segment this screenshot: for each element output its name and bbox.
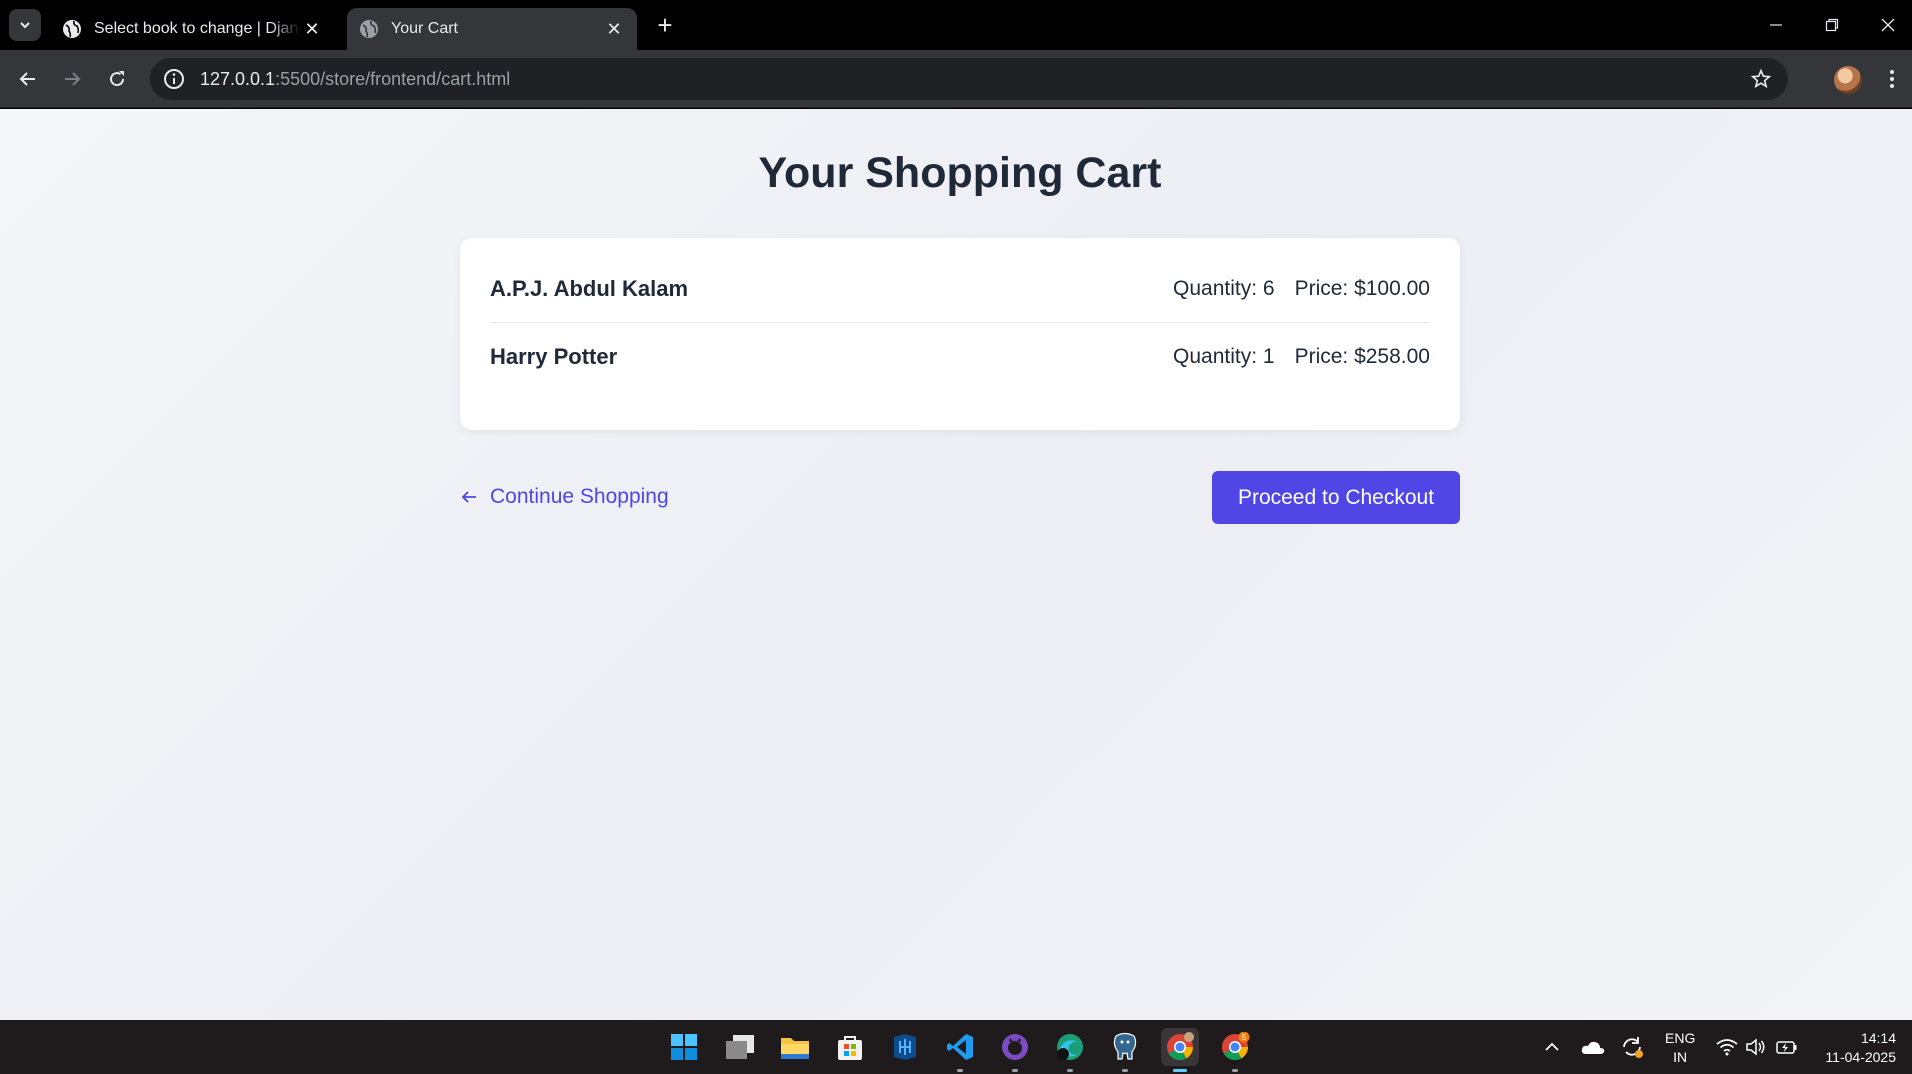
forward-button[interactable]: [57, 64, 87, 94]
language-code: ENG: [1665, 1030, 1696, 1046]
tab-title: Select book to change | Django: [94, 20, 301, 37]
site-info-icon[interactable]: [162, 67, 186, 91]
more-vert-icon: [1890, 70, 1894, 88]
star-icon[interactable]: [1750, 68, 1772, 90]
restore-button[interactable]: [1804, 0, 1860, 50]
checkout-button[interactable]: Proceed to Checkout: [1212, 471, 1460, 524]
cart-item: Harry Potter Quantity: 1 Price: $258.00: [490, 323, 1430, 390]
arrow-right-icon: [65, 72, 81, 86]
tab-search-button[interactable]: [9, 9, 41, 41]
reload-icon: [110, 71, 125, 87]
chevron-down-icon: [20, 22, 30, 29]
tab-title: Your Cart: [391, 20, 458, 37]
tab-django-admin[interactable]: Select book to change | Django ✕: [50, 8, 335, 50]
close-window-button[interactable]: [1860, 0, 1912, 50]
globe-icon: [63, 20, 81, 38]
profile-avatar[interactable]: [1834, 66, 1862, 94]
page-content: Your Shopping Cart A.P.J. Abdul Kalam Qu…: [0, 109, 1912, 1020]
item-price: Price: $258.00: [1294, 344, 1430, 368]
clock-time: 14:14: [1860, 1030, 1896, 1046]
url-host: 127.0.0.1: [200, 68, 276, 89]
tab-your-cart[interactable]: Your Cart ✕: [347, 8, 637, 50]
item-quantity: Quantity: 6: [1173, 277, 1275, 300]
github-desktop-icon[interactable]: [996, 1028, 1034, 1072]
continue-shopping-link[interactable]: Continue Shopping: [460, 485, 669, 509]
windows-taskbar: 5 ENG IN 14:14 11-04-2025: [0, 1020, 1912, 1074]
address-bar[interactable]: 127.0.0.1:5500/store/frontend/cart.html: [150, 58, 1788, 100]
system-clock[interactable]: 14:14 11-04-2025: [1825, 1029, 1896, 1067]
close-icon: [1881, 18, 1895, 32]
vscode-icon[interactable]: [941, 1028, 979, 1072]
browser-toolbar: 127.0.0.1:5500/store/frontend/cart.html: [0, 50, 1912, 108]
back-button[interactable]: [13, 64, 43, 94]
task-view-icon[interactable]: [721, 1028, 759, 1066]
item-price: Price: $100.00: [1294, 277, 1430, 300]
clock-date: 11-04-2025: [1825, 1049, 1896, 1065]
item-title: Harry Potter: [490, 343, 618, 369]
globe-icon: [360, 20, 378, 38]
postgresql-icon[interactable]: [1106, 1028, 1144, 1072]
browser-menu-button[interactable]: [1877, 64, 1907, 94]
cart-card: A.P.J. Abdul Kalam Quantity: 6 Price: $1…: [460, 238, 1460, 430]
arrow-left-icon: [461, 491, 476, 503]
item-quantity: Quantity: 1: [1173, 344, 1275, 368]
arrow-left-icon: [19, 72, 35, 86]
chrome-profile-icon[interactable]: 5: [1216, 1028, 1254, 1072]
cart-actions: Continue Shopping Proceed to Checkout: [460, 471, 1460, 524]
edge-dev-icon[interactable]: [1051, 1028, 1089, 1072]
item-title: A.P.J. Abdul Kalam: [490, 276, 689, 301]
cart-item: A.P.J. Abdul Kalam Quantity: 6 Price: $1…: [490, 256, 1430, 323]
region-code: IN: [1673, 1049, 1688, 1065]
microsoft-store-icon[interactable]: [831, 1028, 869, 1066]
close-icon[interactable]: ✕: [603, 19, 625, 40]
close-icon[interactable]: ✕: [301, 19, 323, 40]
browser-tab-bar: Select book to change | Django ✕ Your Ca…: [0, 0, 1912, 50]
minimize-icon: [1770, 24, 1782, 26]
page-title: Your Shopping Cart: [758, 149, 1162, 197]
restore-icon: [1825, 18, 1839, 32]
tray-overflow-button[interactable]: [1544, 1020, 1560, 1074]
azure-data-studio-icon[interactable]: [886, 1028, 924, 1066]
file-explorer-icon[interactable]: [776, 1028, 814, 1066]
profile-badge: 5: [1242, 1033, 1247, 1042]
minimize-button[interactable]: [1748, 0, 1804, 50]
sync-icon[interactable]: [1620, 1020, 1644, 1074]
continue-shopping-label: Continue Shopping: [490, 485, 669, 508]
volume-icon[interactable]: [1745, 1020, 1767, 1074]
chrome-icon[interactable]: [1161, 1028, 1199, 1072]
new-tab-button[interactable]: +: [650, 10, 680, 40]
onedrive-icon[interactable]: [1581, 1020, 1605, 1074]
battery-icon[interactable]: [1776, 1020, 1798, 1074]
url-path: :5500/store/frontend/cart.html: [275, 68, 511, 89]
windows-start-icon[interactable]: [665, 1028, 703, 1066]
language-indicator[interactable]: ENG IN: [1665, 1029, 1695, 1067]
reload-button[interactable]: [102, 64, 132, 94]
chevron-up-icon: [1545, 1042, 1559, 1051]
wifi-icon[interactable]: [1716, 1020, 1738, 1074]
